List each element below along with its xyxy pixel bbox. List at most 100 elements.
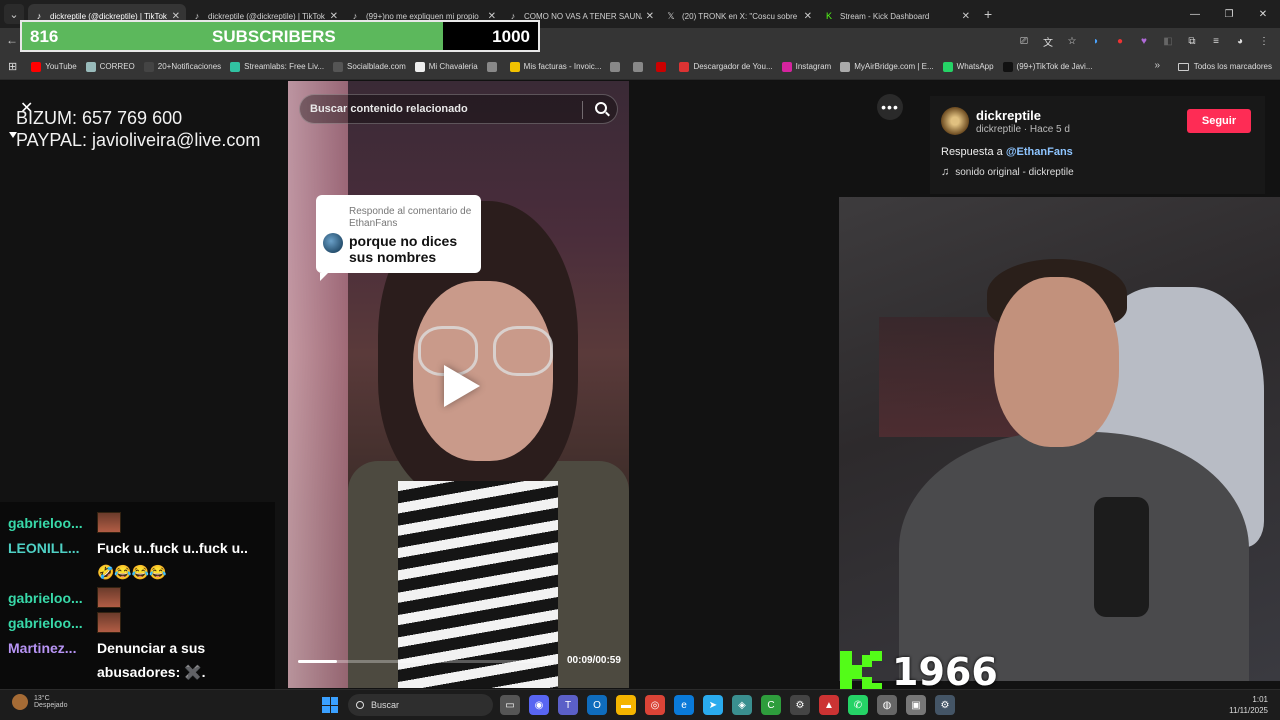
bookmark-list: YouTube CORREO 20+Notificaciones Streamlabs…	[31, 61, 1101, 72]
extension-icon[interactable]: ●	[1112, 33, 1128, 49]
chat-message: Martinez... Denunciar a sus	[8, 635, 275, 660]
related-search-input[interactable]: Buscar contenido relacionado	[299, 94, 618, 124]
bookmark-item[interactable]	[610, 61, 624, 72]
bookmark-item[interactable]	[486, 61, 501, 72]
app-icon[interactable]: ⚙	[790, 695, 810, 715]
chat-username[interactable]: gabrieloo...	[8, 615, 97, 631]
chat-message: 🤣😂😂😂	[8, 560, 275, 585]
bookmark-item[interactable]: Descargador de You...	[679, 61, 773, 72]
chat-username[interactable]: Martinez...	[8, 640, 97, 656]
whatsapp-icon[interactable]: ✆	[848, 695, 868, 715]
extensions-puzzle-icon[interactable]: ⧉	[1184, 33, 1200, 49]
install-app-icon[interactable]: ⎚	[1016, 33, 1032, 49]
bookmark-favicon-icon	[31, 61, 42, 72]
chat-username[interactable]: gabrieloo...	[8, 590, 97, 606]
author-avatar[interactable]	[941, 107, 969, 135]
video-progress-fill	[298, 660, 338, 663]
bookmark-item[interactable]: Mis facturas - Invoic...	[509, 61, 601, 72]
chat-username[interactable]: LEONILL...	[8, 540, 97, 556]
app-icon[interactable]: C	[761, 695, 781, 715]
bookmark-item[interactable]: Streamlabs: Free Liv...	[230, 61, 324, 72]
browser-tab[interactable]: 𝕏 (20) TRONK en X: "Coscu sobre ✕	[660, 4, 818, 28]
apps-grid-icon[interactable]: ⊞	[8, 60, 17, 73]
more-bookmarks-icon[interactable]: »	[1154, 60, 1160, 71]
more-options-icon[interactable]: •••	[877, 94, 903, 120]
bookmark-favicon-icon	[230, 61, 241, 72]
bookmark-item[interactable]	[633, 61, 647, 72]
browser-menu-icon[interactable]: ⋮	[1256, 33, 1272, 49]
reading-list-icon[interactable]: ≡	[1208, 33, 1224, 49]
browser-tab[interactable]: K Stream - Kick Dashboard ✕	[818, 4, 976, 28]
bookmark-item[interactable]: Instagram	[781, 61, 831, 72]
translate-icon[interactable]: 文	[1040, 33, 1056, 49]
app-icon[interactable]: ▣	[906, 695, 926, 715]
video-figure	[398, 481, 558, 688]
bookmark-item[interactable]: CORREO	[85, 61, 135, 72]
chat-message: gabrieloo...	[8, 585, 275, 610]
edge-icon[interactable]: e	[674, 695, 694, 715]
app-icon[interactable]: ▲	[819, 695, 839, 715]
extension-icon[interactable]: ◗	[1088, 33, 1104, 49]
app-icon[interactable]: ◈	[732, 695, 752, 715]
bookmark-item[interactable]: WhatsApp	[942, 61, 994, 72]
author-name[interactable]: dickreptile	[976, 108, 1041, 123]
sound-link[interactable]: ♫ sonido original - dickreptile	[941, 166, 1074, 178]
play-icon[interactable]	[444, 365, 480, 407]
discord-icon[interactable]: ◉	[529, 695, 549, 715]
extension-icon[interactable]: ◧	[1160, 33, 1176, 49]
extension-icon[interactable]: ♥	[1136, 33, 1152, 49]
bookmark-item[interactable]	[656, 61, 670, 72]
search-icon	[356, 701, 364, 709]
post-meta: dickreptile · Hace 5 d	[976, 124, 1070, 135]
chat-username[interactable]: gabrieloo...	[8, 515, 97, 531]
bookmark-item[interactable]: Socialblade.com	[333, 61, 406, 72]
teams-icon[interactable]: T	[558, 695, 578, 715]
minimize-button[interactable]: —	[1178, 0, 1212, 28]
x-icon: 𝕏	[667, 10, 675, 21]
kick-icon: K	[825, 11, 832, 21]
subscriber-count: 816	[30, 27, 59, 46]
system-clock[interactable]: 1:01 11/11/2025	[1229, 694, 1268, 716]
post-caption: Respuesta a @EthanFans	[941, 146, 1073, 158]
video-progress-bar[interactable]	[298, 660, 554, 663]
weather-icon	[12, 694, 28, 710]
windows-taskbar: 13°C Despejado Buscar ▭ ◉ T O ▬ ◎ e ➤ ◈ …	[0, 689, 1280, 720]
windows-start-icon[interactable]	[322, 697, 338, 713]
paypal-text: PAYPAL: javioliveira@live.com	[16, 130, 261, 150]
taskbar-apps: ▭ ◉ T O ▬ ◎ e ➤ ◈ C ⚙ ▲ ✆ ◍ ▣ ⚙	[500, 695, 955, 715]
file-explorer-icon[interactable]: ▬	[616, 695, 636, 715]
bookmark-item[interactable]: 20+Notificaciones	[143, 61, 221, 72]
close-tab-icon[interactable]: ✕	[804, 11, 812, 22]
chat-message: gabrieloo...	[8, 610, 275, 635]
back-icon[interactable]: ←	[6, 33, 18, 47]
app-icon[interactable]: ◍	[877, 695, 897, 715]
search-icon[interactable]	[595, 102, 607, 114]
bookmark-item[interactable]: Mi Chavaleria	[414, 61, 478, 72]
telegram-icon[interactable]: ➤	[703, 695, 723, 715]
restore-button[interactable]: ❐	[1212, 0, 1246, 28]
outlook-icon[interactable]: O	[587, 695, 607, 715]
profile-avatar[interactable]: ◕	[1232, 33, 1248, 49]
bookmark-star-icon[interactable]: ☆	[1064, 33, 1080, 49]
weather-widget[interactable]: 13°C Despejado	[12, 694, 67, 710]
microphone	[1094, 497, 1149, 617]
follow-button[interactable]: Seguir	[1187, 109, 1251, 133]
task-view-icon[interactable]: ▭	[500, 695, 520, 715]
bookmark-item[interactable]: YouTube	[31, 61, 77, 72]
close-window-button[interactable]: ✕	[1246, 0, 1280, 28]
mention-link[interactable]: @EthanFans	[1006, 146, 1073, 158]
close-tab-icon[interactable]: ✕	[962, 11, 970, 22]
settings-icon[interactable]: ⚙	[935, 695, 955, 715]
new-tab-button[interactable]: +	[984, 6, 992, 22]
chrome-icon[interactable]: ◎	[645, 695, 665, 715]
taskbar-search-input[interactable]: Buscar	[348, 694, 493, 716]
bookmark-favicon-icon	[633, 61, 644, 72]
all-bookmarks-folder[interactable]: Todos los marcadores	[1177, 62, 1272, 71]
bookmark-item[interactable]: MyAirBridge.com | E...	[840, 61, 934, 72]
subscriber-goal: 1000	[492, 27, 530, 46]
kick-count: 1966	[892, 650, 998, 694]
bookmark-favicon-icon	[333, 61, 344, 72]
close-tab-icon[interactable]: ✕	[646, 11, 654, 22]
bookmark-item[interactable]: (99+)TikTok de Javi...	[1002, 61, 1093, 72]
divider	[582, 101, 583, 119]
